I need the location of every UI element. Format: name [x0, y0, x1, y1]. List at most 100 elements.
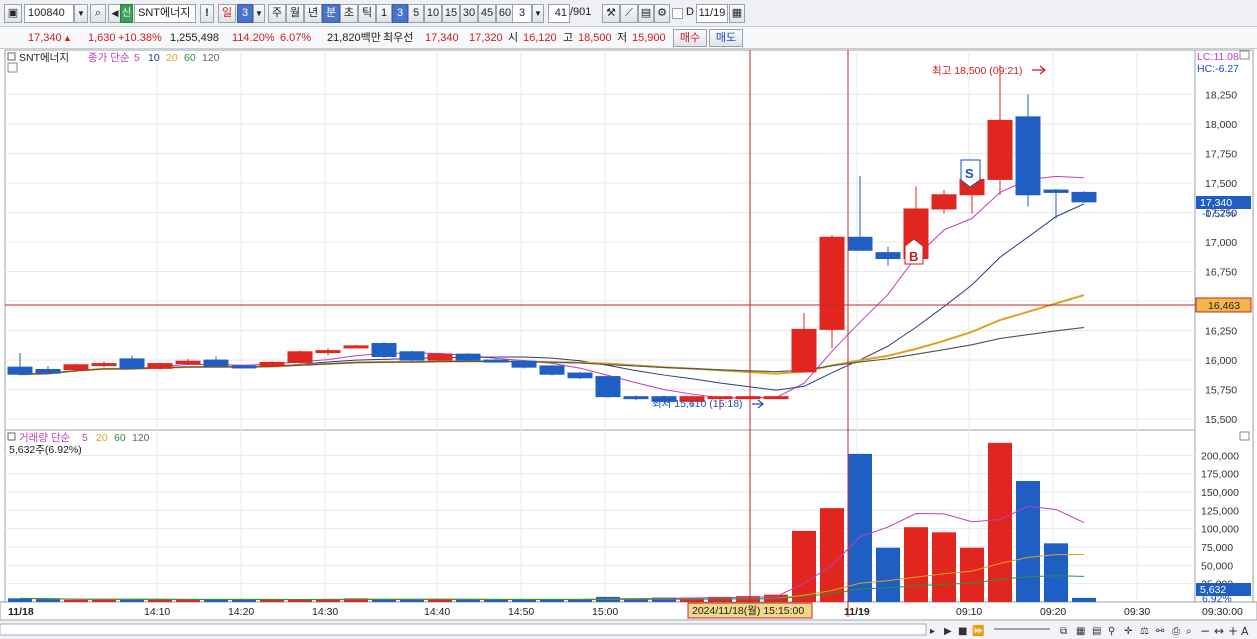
- interval-15-button[interactable]: 15: [442, 4, 460, 23]
- settings-icon[interactable]: ⚙: [654, 4, 670, 23]
- indicator-icon[interactable]: ⚲: [1108, 626, 1115, 637]
- time-tick-label: 14:40: [424, 606, 450, 618]
- vma-20-label: 20: [96, 432, 108, 444]
- price-panel-toggle-icon[interactable]: [1239, 50, 1250, 60]
- stock-code-input[interactable]: 100840: [24, 4, 74, 23]
- fit-icon[interactable]: ↔: [1214, 624, 1224, 638]
- price-tick-label: 15,500: [1205, 414, 1237, 426]
- candle-body: [987, 119, 1013, 180]
- layout-icon[interactable]: ⧉: [1060, 626, 1067, 637]
- sell-button[interactable]: 매도: [709, 29, 743, 47]
- ma-20-label: 20: [166, 52, 178, 64]
- period-week-button[interactable]: 주: [268, 4, 286, 23]
- right-time-label: 09:30:00: [1202, 606, 1243, 618]
- volume-bar: [232, 599, 256, 602]
- d-checkbox[interactable]: [672, 8, 683, 19]
- search-icon[interactable]: ⌕: [90, 4, 106, 23]
- d-checkbox-label: D: [686, 6, 694, 18]
- save-icon[interactable]: ▤: [638, 4, 654, 23]
- period-tick-button[interactable]: 틱: [358, 4, 376, 23]
- scroll-bar[interactable]: [0, 623, 927, 636]
- volume-panel-toggle-icon[interactable]: [1239, 431, 1250, 441]
- volume-tick-label: 125,000: [1201, 505, 1239, 517]
- candle-body: [7, 366, 33, 375]
- stock-name-field[interactable]: SNT에너지: [134, 4, 196, 23]
- volume-bar: [64, 599, 88, 602]
- price-tick-label: 15,750: [1205, 385, 1237, 397]
- crosshair-time-label: 2024/11/18(월) 15:15:00: [692, 605, 804, 617]
- fast-forward-icon[interactable]: ⏩: [972, 624, 984, 637]
- time-tick-label: 14:30: [312, 606, 338, 618]
- buy-signal-label: B: [909, 249, 918, 264]
- volume-bar: [960, 547, 984, 602]
- alert-button[interactable]: !: [200, 4, 214, 23]
- ma-120-label: 120: [202, 52, 220, 64]
- volume-bar: [400, 599, 424, 602]
- grid-icon[interactable]: ▦: [1076, 626, 1085, 637]
- volume-bar: [848, 453, 872, 602]
- volume-bar: [1072, 597, 1096, 602]
- time-tick-label: 09:20: [1040, 606, 1066, 618]
- buy-button[interactable]: 매수: [673, 29, 707, 47]
- code-dropdown-icon[interactable]: ▼: [74, 4, 88, 23]
- zoom-in-icon[interactable]: +: [1228, 624, 1238, 638]
- window-icon[interactable]: ▣: [4, 4, 22, 23]
- interval-10-button[interactable]: 10: [424, 4, 442, 23]
- interval-5-button[interactable]: 5: [408, 4, 424, 23]
- candle-body: [539, 365, 565, 375]
- candle-body: [147, 363, 173, 369]
- interval-dropdown-icon[interactable]: ▼: [532, 4, 544, 23]
- calendar-icon[interactable]: ▦: [729, 4, 745, 23]
- period-dropdown-icon[interactable]: ▼: [253, 4, 265, 23]
- vma-5-label: 5: [82, 432, 88, 444]
- draw-line-icon[interactable]: ⟋: [620, 4, 638, 23]
- vma-120-label: 120: [132, 432, 150, 444]
- ma-5-label: 5: [134, 52, 140, 64]
- stop-icon[interactable]: ■: [958, 626, 967, 637]
- price-tick-label: 16,750: [1205, 267, 1237, 279]
- candle-body: [427, 353, 453, 361]
- period-second-button[interactable]: 초: [340, 4, 358, 23]
- price-tick-label: 17,000: [1205, 237, 1237, 249]
- volume-bar: [36, 599, 60, 602]
- print-icon[interactable]: ⎙: [1172, 626, 1180, 637]
- date-input[interactable]: 11/19: [696, 4, 728, 23]
- table-icon[interactable]: ▤: [1092, 626, 1101, 637]
- current-change-label: -0.57%: [1202, 208, 1235, 220]
- period-day-button[interactable]: 일: [218, 4, 236, 23]
- lc-label: LC:11.08: [1197, 51, 1239, 63]
- search-zoom-icon[interactable]: ⌕: [1186, 626, 1192, 637]
- volume-bar: [1016, 481, 1040, 602]
- crosshair-icon[interactable]: ✛: [1124, 626, 1133, 637]
- ma-10-label: 10: [148, 52, 160, 64]
- chart-type-icon[interactable]: ⚯: [1156, 626, 1165, 637]
- interval-45-button[interactable]: 45: [478, 4, 496, 23]
- high-price: 18,500: [578, 32, 612, 44]
- chart-canvas[interactable]: 18,25018,00017,75017,50017,25017,00016,7…: [0, 49, 1257, 639]
- candle-body: [455, 353, 481, 361]
- price-tick-label: 17,750: [1205, 148, 1237, 160]
- low-annotation: 최저 15,610 (15:18): [652, 398, 743, 410]
- play-icon[interactable]: ▶: [944, 626, 952, 637]
- auto-scale-icon[interactable]: A: [1241, 625, 1249, 638]
- period-year-button[interactable]: 년: [304, 4, 322, 23]
- panel-toggle-icon[interactable]: [7, 62, 18, 73]
- interval-30-button[interactable]: 30: [460, 4, 478, 23]
- ma-title: 종가 단순: [88, 52, 130, 64]
- compare-icon[interactable]: ⚖: [1140, 626, 1149, 637]
- period-value[interactable]: 3: [237, 4, 253, 23]
- interval-1-button[interactable]: 1: [376, 4, 392, 23]
- low-price: 15,900: [632, 32, 666, 44]
- tools-icon[interactable]: ⚒: [602, 4, 620, 23]
- count-input[interactable]: 41: [548, 4, 570, 23]
- count-total: /901: [570, 6, 592, 18]
- period-month-button[interactable]: 월: [286, 4, 304, 23]
- period-minute-button[interactable]: 분: [322, 4, 340, 23]
- volume-bar: [792, 530, 816, 602]
- interval-input[interactable]: 3: [512, 4, 532, 23]
- interval-3-button[interactable]: 3: [392, 4, 408, 23]
- scroll-left-icon[interactable]: ▸: [930, 626, 935, 637]
- zoom-out-icon[interactable]: −: [1200, 624, 1210, 638]
- volume-current-pct: 6.92%: [1202, 593, 1232, 605]
- candlestick-chart[interactable]: 18,250 18,000 17,750 17,500 17,250 17,000 16,7…: [0, 49, 1257, 639]
